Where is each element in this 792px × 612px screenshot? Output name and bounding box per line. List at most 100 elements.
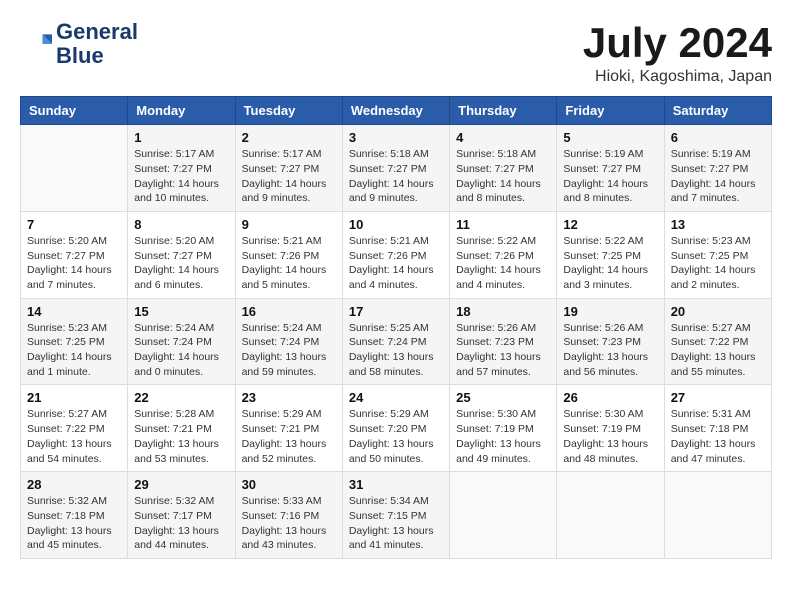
weekday-header-tuesday: Tuesday: [235, 97, 342, 125]
day-info: Sunrise: 5:22 AM Sunset: 7:26 PM Dayligh…: [456, 234, 550, 293]
day-number: 18: [456, 304, 550, 319]
calendar-cell: 22 Sunrise: 5:28 AM Sunset: 7:21 PM Dayli…: [128, 385, 235, 472]
day-number: 17: [349, 304, 443, 319]
calendar-cell: 27Sunrise: 5:31 AM Sunset: 7:18 PM Dayli…: [664, 385, 771, 472]
calendar-cell: 4 Sunrise: 5:18 AM Sunset: 7:27 PM Daylig…: [450, 125, 557, 212]
day-info: Sunrise: 5:30 AM Sunset: 7:19 PM Dayligh…: [563, 407, 657, 466]
calendar-cell: 24Sunrise: 5:29 AM Sunset: 7:20 PM Dayli…: [342, 385, 449, 472]
day-number: 19: [563, 304, 657, 319]
calendar-cell: 5 Sunrise: 5:19 AM Sunset: 7:27 PM Daylig…: [557, 125, 664, 212]
calendar-cell: [664, 472, 771, 559]
calendar-cell: 14Sunrise: 5:23 AM Sunset: 7:25 PM Dayli…: [21, 298, 128, 385]
calendar-week-row: 14Sunrise: 5:23 AM Sunset: 7:25 PM Dayli…: [21, 298, 772, 385]
weekday-header-friday: Friday: [557, 97, 664, 125]
day-info: Sunrise: 5:32 AM Sunset: 7:17 PM Dayligh…: [134, 494, 228, 553]
calendar-cell: 2 Sunrise: 5:17 AM Sunset: 7:27 PM Daylig…: [235, 125, 342, 212]
calendar-cell: 9 Sunrise: 5:21 AM Sunset: 7:26 PM Daylig…: [235, 211, 342, 298]
page-header: General Blue July 2024 Hioki, Kagoshima,…: [20, 20, 772, 86]
calendar-cell: 7 Sunrise: 5:20 AM Sunset: 7:27 PM Daylig…: [21, 211, 128, 298]
day-number: 3: [349, 130, 443, 145]
title-area: July 2024 Hioki, Kagoshima, Japan: [583, 20, 772, 86]
calendar-cell: 1Sunrise: 5:17 AM Sunset: 7:27 PM Daylig…: [128, 125, 235, 212]
day-info: Sunrise: 5:19 AM Sunset: 7:27 PM Dayligh…: [671, 147, 765, 206]
day-number: 20: [671, 304, 765, 319]
day-number: 1: [134, 130, 228, 145]
day-number: 12: [563, 217, 657, 232]
calendar-cell: 8Sunrise: 5:20 AM Sunset: 7:27 PM Daylig…: [128, 211, 235, 298]
calendar-cell: [450, 472, 557, 559]
day-info: Sunrise: 5:20 AM Sunset: 7:27 PM Dayligh…: [27, 234, 121, 293]
day-info: Sunrise: 5:26 AM Sunset: 7:23 PM Dayligh…: [456, 321, 550, 380]
day-info: Sunrise: 5:22 AM Sunset: 7:25 PM Dayligh…: [563, 234, 657, 293]
day-number: 21: [27, 390, 121, 405]
day-info: Sunrise: 5:19 AM Sunset: 7:27 PM Dayligh…: [563, 147, 657, 206]
day-info: Sunrise: 5:24 AM Sunset: 7:24 PM Dayligh…: [134, 321, 228, 380]
calendar-cell: 26Sunrise: 5:30 AM Sunset: 7:19 PM Dayli…: [557, 385, 664, 472]
calendar-cell: 10 Sunrise: 5:21 AM Sunset: 7:26 PM Dayli…: [342, 211, 449, 298]
day-number: 7: [27, 217, 121, 232]
calendar-header: SundayMondayTuesdayWednesdayThursdayFrid…: [21, 97, 772, 125]
weekday-header-monday: Monday: [128, 97, 235, 125]
calendar-cell: 11Sunrise: 5:22 AM Sunset: 7:26 PM Dayli…: [450, 211, 557, 298]
logo-line1: General: [56, 20, 138, 44]
calendar-cell: [21, 125, 128, 212]
day-number: 4: [456, 130, 550, 145]
day-info: Sunrise: 5:21 AM Sunset: 7:26 PM Dayligh…: [242, 234, 336, 293]
calendar-cell: 13 Sunrise: 5:23 AM Sunset: 7:25 PM Dayli…: [664, 211, 771, 298]
calendar-cell: 25 Sunrise: 5:30 AM Sunset: 7:19 PM Dayli…: [450, 385, 557, 472]
weekday-header-thursday: Thursday: [450, 97, 557, 125]
day-info: Sunrise: 5:18 AM Sunset: 7:27 PM Dayligh…: [456, 147, 550, 206]
day-number: 23: [242, 390, 336, 405]
calendar-week-row: 1 Sunrise: 5:17 AM Sunset: 7:27 PM Daylig…: [21, 125, 772, 212]
calendar-week-row: 7 Sunrise: 5:20 AM Sunset: 7:27 PM Daylig…: [21, 211, 772, 298]
day-number: 13: [671, 217, 765, 232]
calendar-cell: 30 Sunrise: 5:33 AM Sunset: 7:16 PM Dayli…: [235, 472, 342, 559]
location-title: Hioki, Kagoshima, Japan: [583, 68, 772, 86]
weekday-header-wednesday: Wednesday: [342, 97, 449, 125]
month-title: July 2024: [583, 20, 772, 66]
calendar-cell: 20Sunrise: 5:27 AM Sunset: 7:22 PM Dayli…: [664, 298, 771, 385]
day-info: Sunrise: 5:23 AM Sunset: 7:25 PM Dayligh…: [671, 234, 765, 293]
day-number: 16: [242, 304, 336, 319]
day-number: 6: [671, 130, 765, 145]
day-number: 15: [134, 304, 228, 319]
day-number: 22: [134, 390, 228, 405]
day-number: 2: [242, 130, 336, 145]
day-number: 25: [456, 390, 550, 405]
day-number: 14: [27, 304, 121, 319]
day-info: Sunrise: 5:26 AM Sunset: 7:23 PM Dayligh…: [563, 321, 657, 380]
logo-icon: [20, 28, 52, 60]
day-info: Sunrise: 5:30 AM Sunset: 7:19 PM Dayligh…: [456, 407, 550, 466]
calendar-cell: 19 Sunrise: 5:26 AM Sunset: 7:23 PM Dayli…: [557, 298, 664, 385]
calendar-cell: 6 Sunrise: 5:19 AM Sunset: 7:27 PM Daylig…: [664, 125, 771, 212]
calendar-cell: 17 Sunrise: 5:25 AM Sunset: 7:24 PM Dayli…: [342, 298, 449, 385]
day-number: 8: [134, 217, 228, 232]
calendar-cell: 23Sunrise: 5:29 AM Sunset: 7:21 PM Dayli…: [235, 385, 342, 472]
calendar-cell: 21Sunrise: 5:27 AM Sunset: 7:22 PM Dayli…: [21, 385, 128, 472]
weekday-header-saturday: Saturday: [664, 97, 771, 125]
day-info: Sunrise: 5:24 AM Sunset: 7:24 PM Dayligh…: [242, 321, 336, 380]
day-number: 5: [563, 130, 657, 145]
day-info: Sunrise: 5:21 AM Sunset: 7:26 PM Dayligh…: [349, 234, 443, 293]
day-info: Sunrise: 5:33 AM Sunset: 7:16 PM Dayligh…: [242, 494, 336, 553]
day-number: 9: [242, 217, 336, 232]
calendar-cell: 15 Sunrise: 5:24 AM Sunset: 7:24 PM Dayli…: [128, 298, 235, 385]
day-number: 30: [242, 477, 336, 492]
calendar-cell: 12 Sunrise: 5:22 AM Sunset: 7:25 PM Dayli…: [557, 211, 664, 298]
day-number: 10: [349, 217, 443, 232]
day-info: Sunrise: 5:32 AM Sunset: 7:18 PM Dayligh…: [27, 494, 121, 553]
day-number: 31: [349, 477, 443, 492]
calendar-cell: 16 Sunrise: 5:24 AM Sunset: 7:24 PM Dayli…: [235, 298, 342, 385]
calendar-cell: 3Sunrise: 5:18 AM Sunset: 7:27 PM Daylig…: [342, 125, 449, 212]
calendar-body: 1 Sunrise: 5:17 AM Sunset: 7:27 PM Daylig…: [21, 125, 772, 559]
calendar-week-row: 21Sunrise: 5:27 AM Sunset: 7:22 PM Dayli…: [21, 385, 772, 472]
logo: General Blue: [20, 20, 138, 68]
logo-line2: Blue: [56, 44, 138, 68]
day-number: 28: [27, 477, 121, 492]
day-number: 27: [671, 390, 765, 405]
calendar-cell: 29Sunrise: 5:32 AM Sunset: 7:17 PM Dayli…: [128, 472, 235, 559]
day-info: Sunrise: 5:17 AM Sunset: 7:27 PM Dayligh…: [242, 147, 336, 206]
day-info: Sunrise: 5:25 AM Sunset: 7:24 PM Dayligh…: [349, 321, 443, 380]
calendar-cell: [557, 472, 664, 559]
day-info: Sunrise: 5:28 AM Sunset: 7:21 PM Dayligh…: [134, 407, 228, 466]
